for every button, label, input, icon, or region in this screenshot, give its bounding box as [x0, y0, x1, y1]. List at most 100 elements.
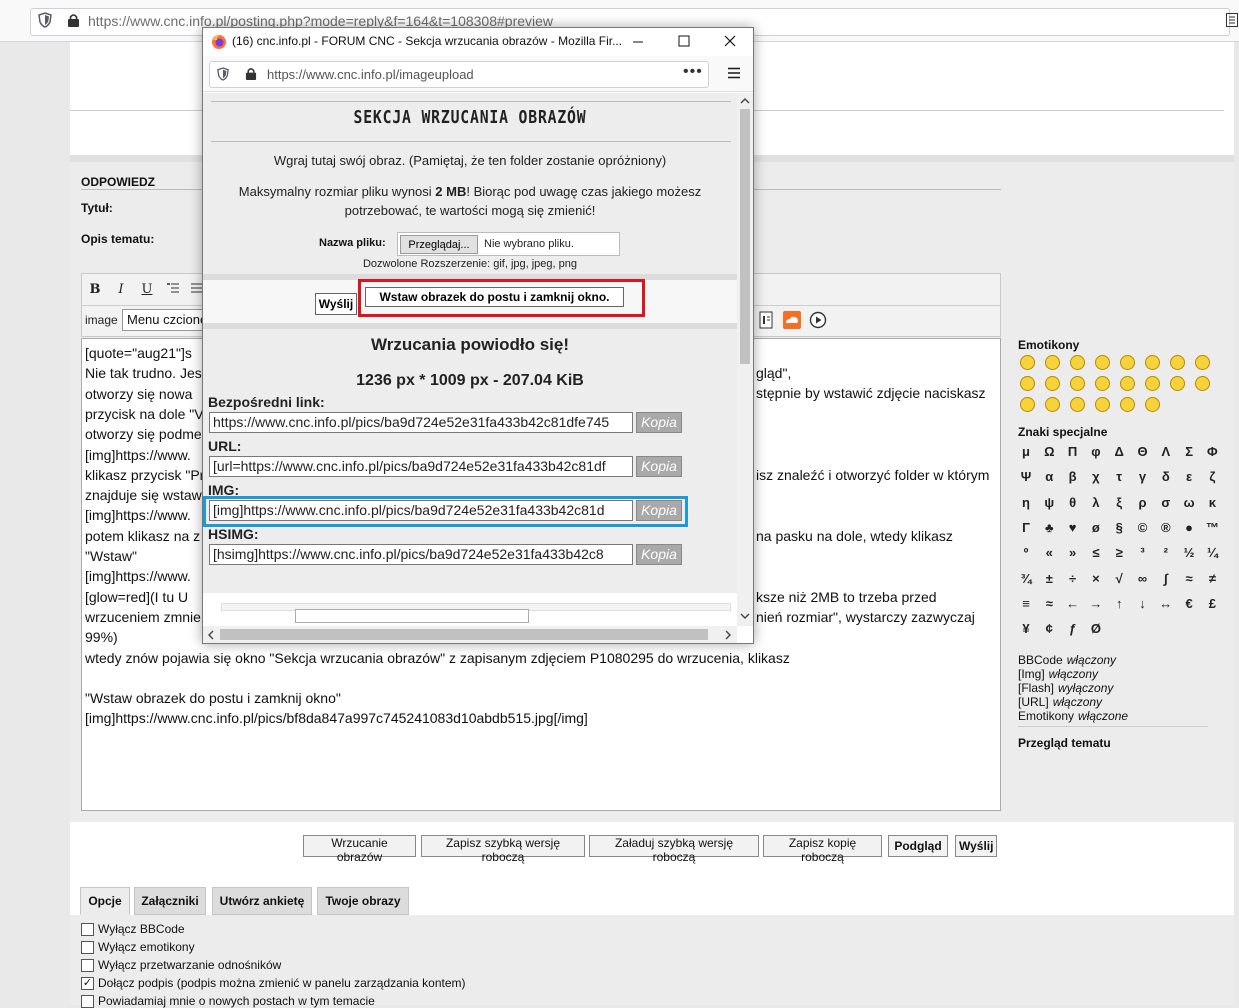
options-tab[interactable]: Utwórz ankietę [212, 887, 312, 915]
copy-button[interactable]: Kopia [636, 456, 682, 477]
special-char[interactable]: Ø [1085, 621, 1107, 636]
special-char[interactable]: € [1178, 596, 1200, 611]
align-icon[interactable] [190, 281, 202, 297]
popup-horizontal-scrollbar[interactable] [203, 626, 737, 643]
font-select[interactable]: Menu czcionek [122, 309, 204, 331]
special-char[interactable]: ² [1155, 545, 1177, 560]
special-char[interactable]: ∞ [1132, 571, 1154, 586]
special-char[interactable]: ¼ [1201, 545, 1223, 560]
emoticon-icon[interactable] [1095, 397, 1110, 412]
document-icon[interactable] [758, 311, 774, 329]
scrollbar-thumb[interactable] [740, 109, 750, 364]
shield-icon[interactable] [38, 12, 52, 28]
emoticon-icon[interactable] [1045, 376, 1060, 391]
link-field-input[interactable]: [hsimg]https://www.cnc.info.pl/pics/ba9d… [209, 544, 633, 565]
emoticon-icon[interactable] [1145, 397, 1160, 412]
special-char[interactable]: θ [1062, 495, 1084, 510]
option-checkbox[interactable] [81, 995, 94, 1008]
emoticon-icon[interactable] [1070, 376, 1085, 391]
special-char[interactable]: λ [1085, 495, 1107, 510]
special-char[interactable]: Π [1062, 444, 1084, 459]
option-checkbox[interactable] [81, 941, 94, 954]
reader-view-icon[interactable] [1226, 13, 1238, 27]
emoticon-icon[interactable] [1020, 355, 1035, 370]
special-char[interactable]: º [1015, 545, 1037, 560]
copy-button[interactable]: Kopia [636, 412, 682, 433]
special-char[interactable]: £ [1201, 596, 1223, 611]
special-char[interactable]: ø [1085, 520, 1107, 535]
special-char[interactable]: τ [1108, 469, 1130, 484]
special-char[interactable]: √ [1108, 571, 1130, 586]
special-char[interactable]: ™ [1201, 520, 1223, 535]
special-char[interactable]: Λ [1155, 444, 1177, 459]
special-char[interactable]: ¢ [1038, 621, 1060, 636]
special-char[interactable]: ω [1178, 495, 1200, 510]
special-char[interactable]: ● [1178, 520, 1200, 535]
special-char[interactable]: ≠ [1201, 571, 1223, 586]
scrollbar-thumb[interactable] [220, 629, 708, 640]
special-char[interactable]: » [1062, 545, 1084, 560]
maximize-icon[interactable] [678, 35, 690, 47]
action-button[interactable]: Wrzucanie obrazów [303, 835, 416, 864]
special-char[interactable]: ½ [1178, 545, 1200, 560]
emoticon-icon[interactable] [1045, 355, 1060, 370]
special-char[interactable]: ρ [1132, 495, 1154, 510]
special-char[interactable]: Γ [1015, 520, 1037, 535]
special-char[interactable]: ↑ [1108, 596, 1130, 611]
soundcloud-icon[interactable] [783, 311, 801, 329]
special-char[interactable]: ÷ [1062, 571, 1084, 586]
insert-and-close-button[interactable]: Wstaw obrazek do postu i zamknij okno. [365, 287, 624, 307]
special-char[interactable]: ♥ [1062, 520, 1084, 535]
special-char[interactable]: Ψ [1015, 469, 1037, 484]
special-char[interactable]: ≈ [1178, 571, 1200, 586]
special-char[interactable]: Θ [1132, 444, 1154, 459]
special-char[interactable]: β [1062, 469, 1084, 484]
special-char[interactable]: μ [1015, 444, 1037, 459]
copy-button[interactable]: Kopia [636, 544, 682, 565]
topic-review-title[interactable]: Przegląd tematu [1018, 736, 1111, 750]
bold-button[interactable]: B [85, 280, 105, 300]
emoticon-icon[interactable] [1170, 376, 1185, 391]
emoticon-icon[interactable] [1120, 376, 1135, 391]
popup-vertical-scrollbar[interactable] [737, 93, 753, 626]
special-char[interactable]: ƒ [1062, 621, 1084, 636]
special-char[interactable]: × [1085, 571, 1107, 586]
special-char[interactable]: ξ [1108, 495, 1130, 510]
special-char[interactable]: ¾ [1015, 571, 1037, 586]
emoticon-icon[interactable] [1120, 397, 1135, 412]
emoticon-icon[interactable] [1195, 376, 1210, 391]
emoticon-icon[interactable] [1095, 376, 1110, 391]
special-char[interactable]: ³ [1132, 545, 1154, 560]
special-char[interactable]: ↓ [1132, 596, 1154, 611]
special-char[interactable]: ≈ [1038, 596, 1060, 611]
special-char[interactable]: ∫ [1155, 571, 1177, 586]
more-actions-icon[interactable]: ••• [683, 63, 703, 81]
special-char[interactable]: ± [1038, 571, 1060, 586]
scroll-up-icon[interactable] [740, 97, 750, 105]
action-button[interactable]: Zapisz kopię roboczą [763, 835, 882, 864]
action-button[interactable]: Zapisz szybką wersję roboczą [421, 835, 585, 864]
special-char[interactable]: § [1108, 520, 1130, 535]
special-char[interactable]: ≤ [1085, 545, 1107, 560]
special-char[interactable]: η [1015, 495, 1037, 510]
special-char[interactable]: φ [1085, 444, 1107, 459]
underline-button[interactable]: U [137, 280, 157, 300]
special-char[interactable]: ψ [1038, 495, 1060, 510]
option-checkbox[interactable] [81, 923, 94, 936]
special-char[interactable]: ≥ [1108, 545, 1130, 560]
scroll-left-icon[interactable] [207, 630, 215, 640]
browse-button[interactable]: Przeglądaj... [400, 235, 478, 254]
special-char[interactable]: ↔ [1155, 596, 1177, 611]
emoticon-icon[interactable] [1070, 397, 1085, 412]
emoticon-icon[interactable] [1195, 355, 1210, 370]
scroll-right-icon[interactable] [724, 630, 732, 640]
send-button[interactable]: Wyślij [315, 293, 357, 315]
special-char[interactable]: δ [1155, 469, 1177, 484]
action-button[interactable]: Załaduj szybką wersję roboczą [589, 835, 759, 864]
options-tab[interactable]: Twoje obrazy [317, 887, 409, 915]
special-char[interactable]: → [1085, 596, 1107, 611]
emoticon-icon[interactable] [1070, 355, 1085, 370]
special-char[interactable]: Φ [1201, 444, 1223, 459]
special-char[interactable]: Ω [1038, 444, 1060, 459]
emoticon-icon[interactable] [1145, 376, 1160, 391]
